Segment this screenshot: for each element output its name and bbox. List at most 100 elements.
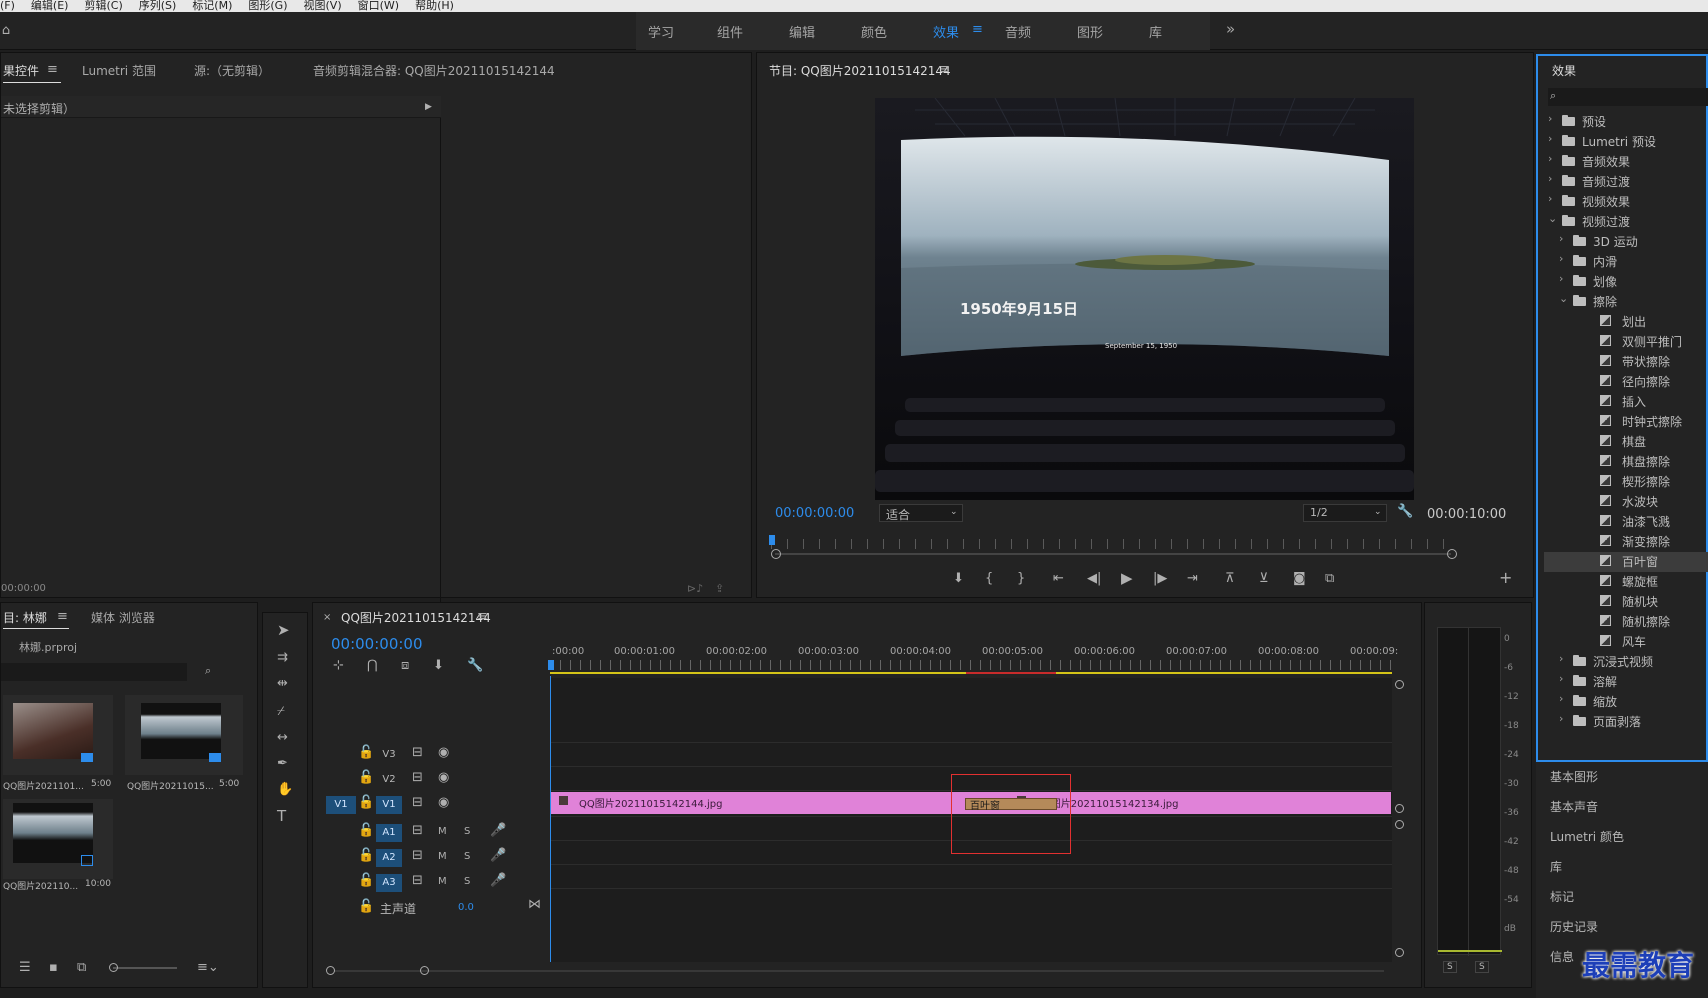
- chevron-right-icon[interactable]: ›: [1559, 252, 1569, 265]
- track-select-tool-icon[interactable]: ⇉: [277, 651, 288, 665]
- lock-icon[interactable]: 🔓: [358, 874, 374, 888]
- type-tool-icon[interactable]: T: [277, 809, 286, 824]
- side-history[interactable]: 历史记录: [1550, 918, 1598, 935]
- panel-menu-icon[interactable]: ≡: [47, 63, 58, 77]
- effects-folder[interactable]: › 3D 运动: [1538, 232, 1708, 252]
- mute-button[interactable]: M: [438, 850, 447, 864]
- effect-item[interactable]: 油漆飞溅: [1538, 512, 1708, 532]
- effect-item[interactable]: 时钟式擦除: [1538, 412, 1708, 432]
- zoom-handle-left[interactable]: [771, 549, 781, 559]
- menu-clip[interactable]: 剪辑(C): [84, 0, 122, 11]
- effects-search-input[interactable]: ⌕: [1548, 88, 1708, 106]
- vscroll-handle-bottom[interactable]: [1395, 948, 1404, 957]
- resolution-dropdown[interactable]: 1/2 ⌄: [1303, 504, 1387, 522]
- menu-graphics[interactable]: 图形(G): [248, 0, 287, 11]
- chevron-right-icon[interactable]: ›: [1548, 172, 1558, 185]
- effect-item[interactable]: 棋盘: [1538, 432, 1708, 452]
- ws-tab-assembly[interactable]: 组件: [717, 22, 743, 41]
- chevron-right-icon[interactable]: ›: [1559, 652, 1569, 665]
- project-clip-2[interactable]: QQ图片20211015... 5:00: [125, 695, 243, 792]
- chevron-right-icon[interactable]: ›: [1559, 692, 1569, 705]
- fit-dropdown[interactable]: 适合 ⌄: [879, 504, 963, 522]
- ws-menu-icon[interactable]: ≡: [972, 22, 983, 37]
- lock-icon[interactable]: 🔓: [358, 824, 374, 838]
- sequence-tab[interactable]: QQ图片20211015142144: [341, 609, 491, 626]
- mark-out-icon[interactable]: }: [1017, 572, 1025, 586]
- effect-item[interactable]: 渐变擦除: [1538, 532, 1708, 552]
- effects-folder[interactable]: › 页面剥落: [1538, 712, 1708, 732]
- solo-button[interactable]: S: [464, 875, 470, 889]
- linked-selection-icon[interactable]: ⧈: [401, 659, 409, 673]
- track-label-video[interactable]: V1: [376, 796, 402, 814]
- effect-item[interactable]: 楔形擦除: [1538, 472, 1708, 492]
- ripple-edit-tool-icon[interactable]: ⇹: [277, 677, 288, 691]
- chevron-down-icon[interactable]: ⌄: [1559, 292, 1569, 305]
- wrench-icon[interactable]: 🔧: [1397, 505, 1413, 519]
- toggle-sync-lock-icon[interactable]: ⊟: [412, 796, 423, 810]
- zoom-handle-right[interactable]: [1447, 549, 1457, 559]
- menu-markers[interactable]: 标记(M): [192, 0, 232, 11]
- chevron-right-icon[interactable]: ›: [1559, 712, 1569, 725]
- effects-folder[interactable]: › 溶解: [1538, 672, 1708, 692]
- program-menu-icon[interactable]: ≡: [939, 63, 950, 77]
- lock-icon[interactable]: 🔓: [358, 771, 374, 785]
- effect-item[interactable]: 双侧平推门: [1538, 332, 1708, 352]
- go-to-in-icon[interactable]: ⇤: [1053, 572, 1064, 586]
- more-workspaces-button[interactable]: »: [1226, 20, 1235, 38]
- side-info[interactable]: 信息: [1550, 948, 1574, 965]
- slip-tool-icon[interactable]: ↔: [277, 731, 288, 745]
- lift-icon[interactable]: ⊼: [1225, 572, 1235, 586]
- solo-button[interactable]: S: [464, 825, 470, 839]
- freeform-view-icon[interactable]: ⧉: [77, 961, 86, 975]
- effect-item[interactable]: 带状擦除: [1538, 352, 1708, 372]
- menu-view[interactable]: 视图(V): [304, 0, 342, 11]
- razor-tool-icon[interactable]: ⌿: [277, 705, 285, 719]
- menu-sequence[interactable]: 序列(S): [139, 0, 177, 11]
- effect-item[interactable]: 随机擦除: [1538, 612, 1708, 632]
- export-icon[interactable]: ⇪: [715, 582, 724, 596]
- lock-icon[interactable]: 🔓: [358, 796, 374, 810]
- chevron-right-icon[interactable]: ›: [1548, 132, 1558, 145]
- snap-icon[interactable]: ⋂: [367, 659, 378, 673]
- zoom-slider-handle[interactable]: [109, 963, 118, 972]
- track-label-video[interactable]: V2: [376, 771, 402, 789]
- timeline-timecode[interactable]: 00:00:00:00: [331, 635, 423, 653]
- hscroll-handle-right[interactable]: [420, 966, 429, 975]
- nest-toggle-icon[interactable]: ⊹: [333, 659, 344, 673]
- lock-icon[interactable]: 🔓: [358, 849, 374, 863]
- track-label-audio[interactable]: A1: [376, 824, 402, 842]
- program-time-ruler[interactable]: [771, 539, 1457, 549]
- effects-folder[interactable]: › 缩放: [1538, 692, 1708, 712]
- effects-folder[interactable]: › 内滑: [1538, 252, 1708, 272]
- menu-edit[interactable]: 编辑(E): [31, 0, 69, 11]
- ws-tab-editing[interactable]: 编辑: [789, 22, 815, 41]
- sequence-menu-icon[interactable]: ≡: [477, 610, 488, 624]
- ws-tab-effects[interactable]: 效果: [933, 22, 959, 41]
- menu-help[interactable]: 帮助(H): [415, 0, 454, 11]
- sync-lock-icon[interactable]: ⊟: [412, 824, 423, 838]
- tab-source[interactable]: 源:（无剪辑）: [194, 62, 270, 79]
- vscroll-handle-top[interactable]: [1395, 680, 1404, 689]
- track-label-audio[interactable]: A2: [376, 849, 402, 867]
- timeline-hscroll[interactable]: [326, 962, 1392, 980]
- mic-icon[interactable]: 🎤: [490, 849, 506, 863]
- chevron-right-icon[interactable]: ›: [1548, 112, 1558, 125]
- hscroll-handle-left[interactable]: [326, 966, 335, 975]
- effect-item[interactable]: 径向擦除: [1538, 372, 1708, 392]
- tab-audio-clip-mixer[interactable]: 音频剪辑混合器: QQ图片20211015142144: [313, 62, 555, 79]
- chevron-right-icon[interactable]: ›: [1559, 272, 1569, 285]
- selection-tool-icon[interactable]: ➤: [277, 623, 290, 638]
- eye-icon[interactable]: ◉: [438, 746, 449, 760]
- master-toggle-icon[interactable]: ⋈: [528, 898, 541, 912]
- vscroll-handle-mid[interactable]: [1395, 804, 1404, 813]
- effects-folder[interactable]: › 划像: [1538, 272, 1708, 292]
- timeline-vscroll[interactable]: [1392, 678, 1408, 962]
- close-sequence-icon[interactable]: ×: [323, 611, 331, 625]
- eye-icon[interactable]: ◉: [438, 771, 449, 785]
- tab-media-browser[interactable]: 媒体 浏览器: [91, 609, 155, 626]
- extract-icon[interactable]: ⊻: [1259, 572, 1269, 586]
- tab-lumetri-scopes[interactable]: Lumetri 范围: [82, 62, 156, 79]
- project-clip-3[interactable]: QQ图片202110... 10:00: [3, 799, 113, 892]
- track-label-audio[interactable]: A3: [376, 874, 402, 892]
- eye-icon[interactable]: ◉: [438, 796, 449, 810]
